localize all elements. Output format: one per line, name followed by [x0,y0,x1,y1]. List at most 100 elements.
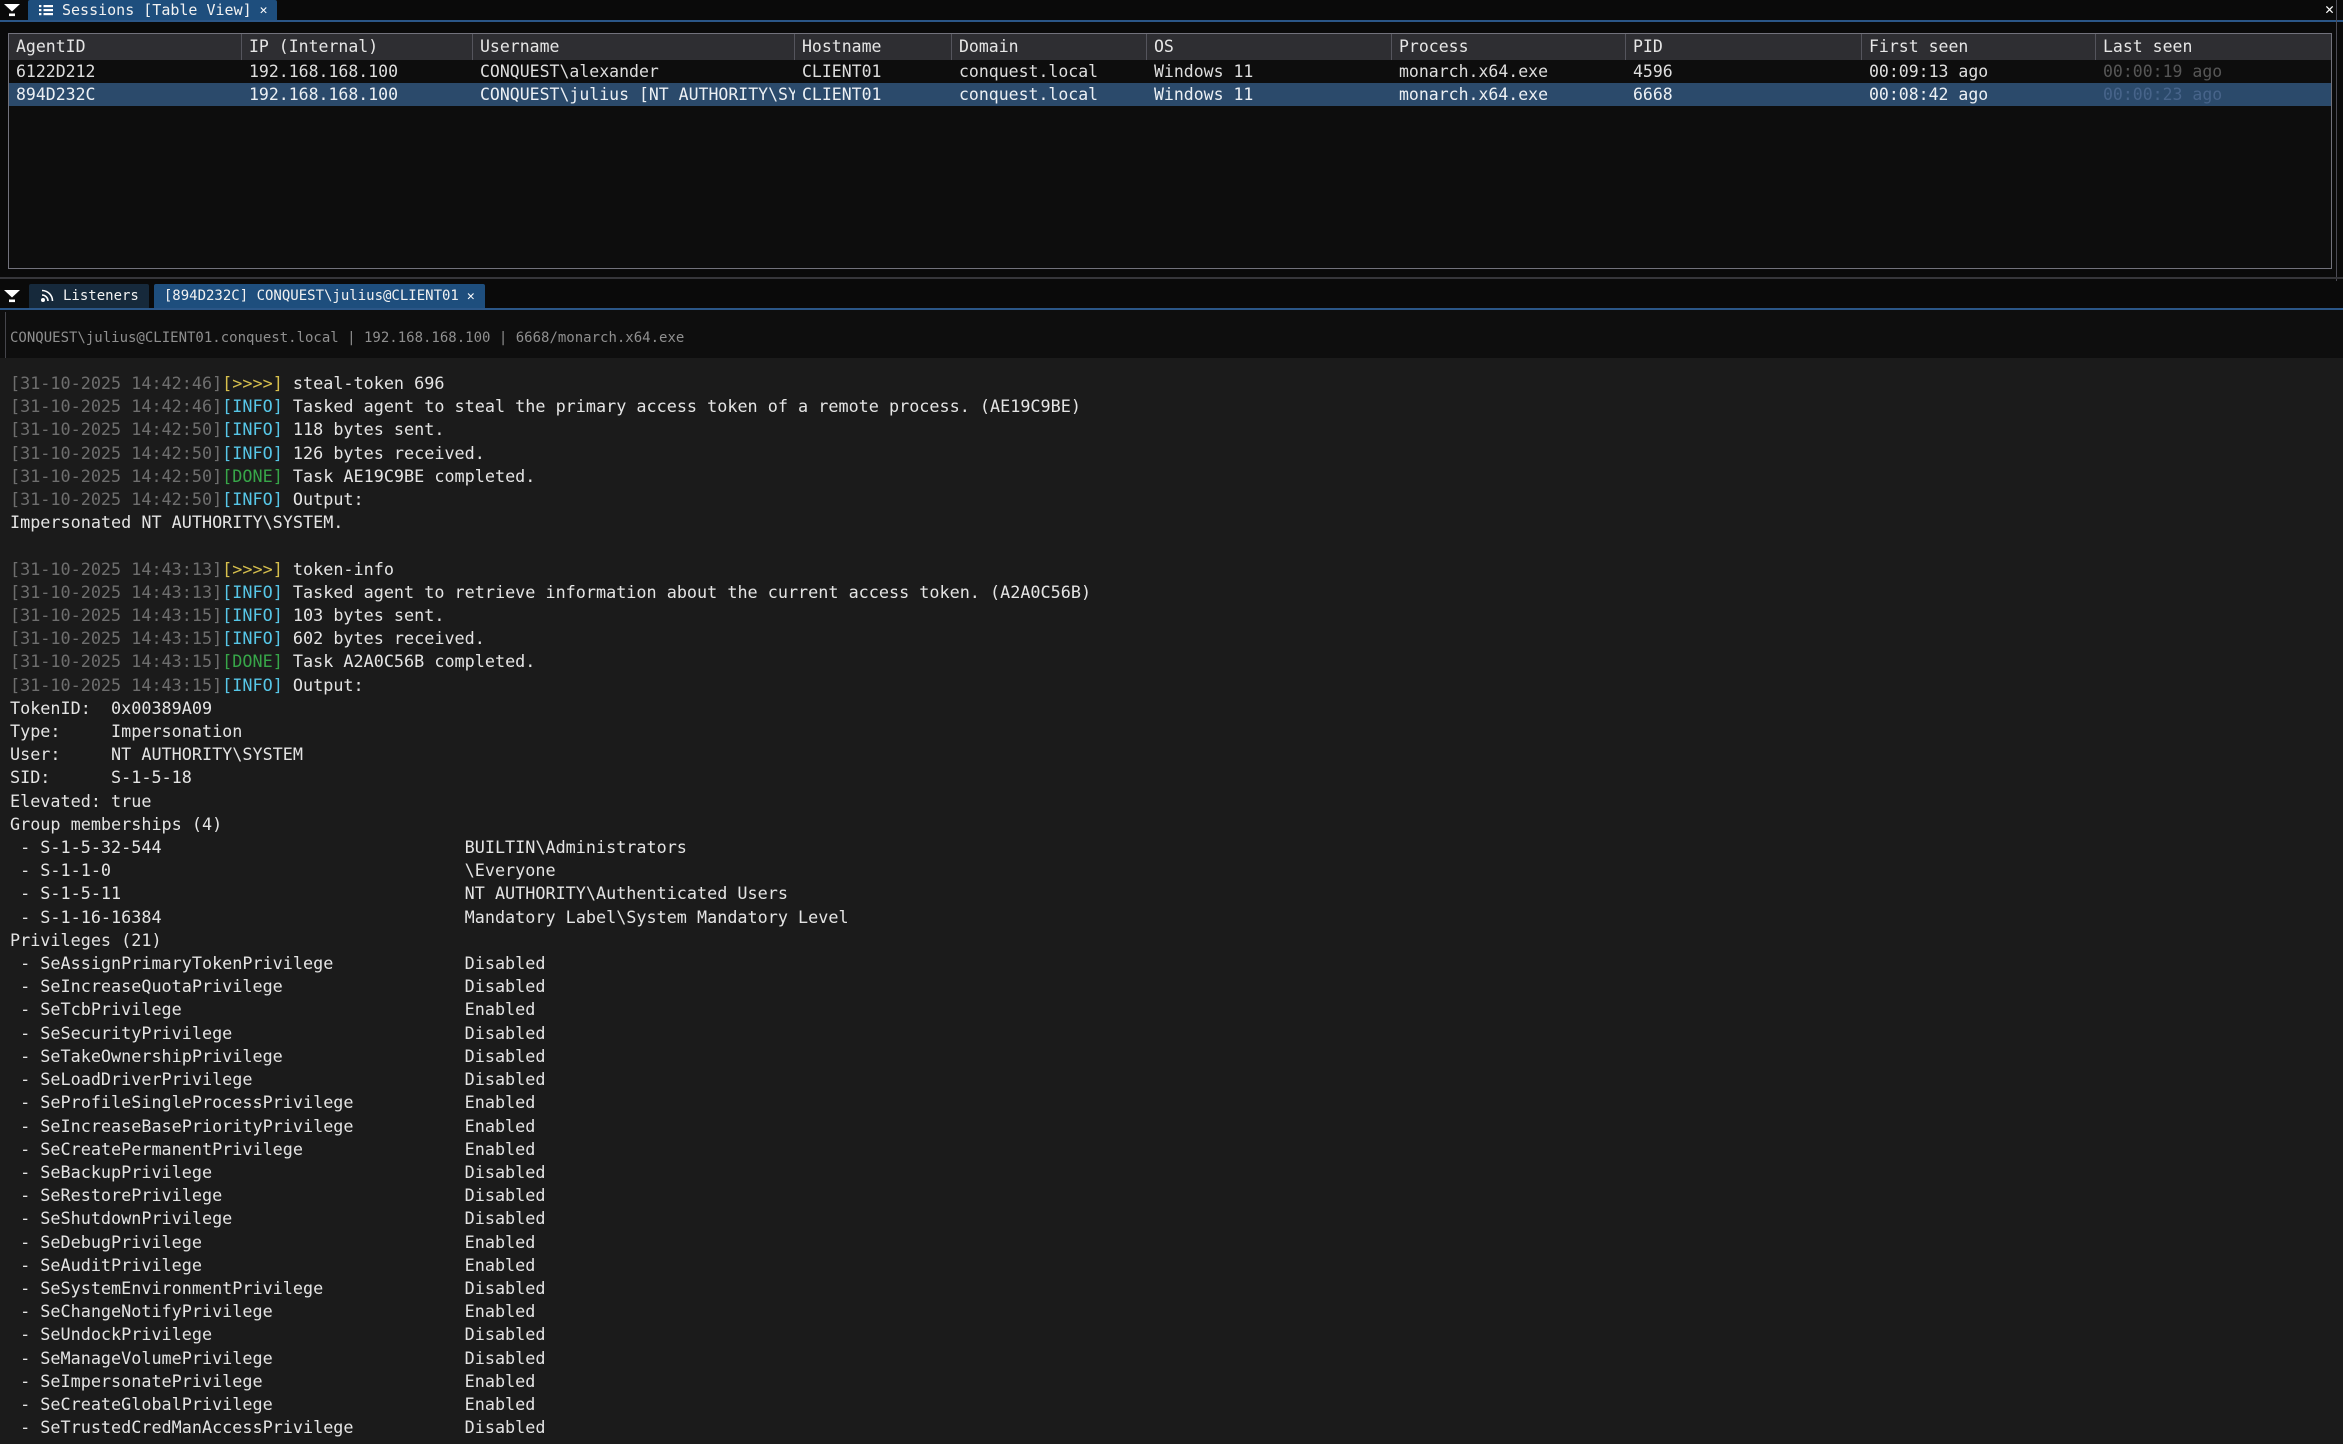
column-header-process[interactable]: Process [1392,34,1626,60]
console-line: Impersonated NT AUTHORITY\SYSTEM. [10,511,2343,534]
console-line: - SeIncreaseQuotaPrivilege Disabled [10,975,2343,998]
console-line: - SeProfileSingleProcessPrivilege Enable… [10,1091,2343,1114]
cell: conquest.local [952,83,1147,106]
table-body: 6122D212192.168.168.100CONQUEST\alexande… [9,60,2331,106]
console-tabbar: Listeners [894D232C] CONQUEST\julius@CLI… [0,284,2343,308]
column-header-hostname[interactable]: Hostname [795,34,952,60]
cell: CLIENT01 [795,60,952,83]
tab-label: Sessions [Table View] [62,1,252,19]
dock-splitter[interactable] [0,277,2343,279]
console-line: [31-10-2025 14:43:15][INFO] 103 bytes se… [10,604,2343,627]
console-line: - SeImpersonatePrivilege Enabled [10,1370,2343,1393]
cell: Windows 11 [1147,60,1392,83]
console-line: Type: Impersonation [10,720,2343,743]
dock-right-edge [2336,0,2337,281]
sessions-tabbar: Sessions [Table View] ✕ [0,0,2343,20]
console-line: User: NT AUTHORITY\SYSTEM [10,743,2343,766]
column-header-username[interactable]: Username [473,34,795,60]
column-header-agentid[interactable]: AgentID [9,34,242,60]
cell: 00:08:42 ago [1862,83,2096,106]
cell: 6122D212 [9,60,242,83]
console-line: [31-10-2025 14:42:46][>>>>] steal-token … [10,372,2343,395]
cell: 00:00:23 ago [2096,83,2331,106]
cell: 894D232C [9,83,242,106]
cell: monarch.x64.exe [1392,83,1626,106]
console-line: - SeSecurityPrivilege Disabled [10,1022,2343,1045]
cell: CONQUEST\julius [NT AUTHORITY\SYSTEM] [473,83,795,106]
console-line: - SeUndockPrivilege Disabled [10,1323,2343,1346]
console-line: [31-10-2025 14:43:13][>>>>] token-info [10,558,2343,581]
funnel-icon [4,288,20,304]
column-header-pid[interactable]: PID [1626,34,1862,60]
console-line: - SeTrustedCredManAccessPrivilege Disabl… [10,1416,2343,1439]
cell: 192.168.168.100 [242,60,473,83]
console-line: - SeDebugPrivilege Enabled [10,1231,2343,1254]
console-line: [31-10-2025 14:43:15][DONE] Task A2A0C56… [10,650,2343,673]
session-row-6122D212[interactable]: 6122D212192.168.168.100CONQUEST\alexande… [9,60,2331,83]
console-line: [31-10-2025 14:42:50][INFO] 126 bytes re… [10,442,2343,465]
console-line: [31-10-2025 14:43:13][INFO] Tasked agent… [10,581,2343,604]
console-line: - SeAuditPrivilege Enabled [10,1254,2343,1277]
console-line [10,534,2343,557]
table-view-icon [38,2,54,18]
column-header-domain[interactable]: Domain [952,34,1147,60]
table-header-row: AgentIDIP (Internal)UsernameHostnameDoma… [9,34,2331,60]
console-line: [31-10-2025 14:43:15][INFO] 602 bytes re… [10,627,2343,650]
console-line: - SeShutdownPrivilege Disabled [10,1207,2343,1230]
cell: 4596 [1626,60,1862,83]
console-line: Group memberships (4) [10,813,2343,836]
column-header-ip-internal-[interactable]: IP (Internal) [242,34,473,60]
cell: CONQUEST\alexander [473,60,795,83]
column-header-last-seen[interactable]: Last seen [2096,34,2331,60]
console-line: Privileges (21) [10,929,2343,952]
cell: conquest.local [952,60,1147,83]
cell: 00:09:13 ago [1862,60,2096,83]
funnel-icon [4,2,20,18]
console-line: - S-1-1-0 \Everyone [10,859,2343,882]
filter-button[interactable] [0,0,24,20]
console-line: - SeRestorePrivilege Disabled [10,1184,2343,1207]
session-row-894D232C[interactable]: 894D232C192.168.168.100CONQUEST\julius [… [9,83,2331,106]
close-icon[interactable]: ✕ [260,4,268,17]
console-line: - S-1-16-16384 Mandatory Label\System Ma… [10,906,2343,929]
console-line: Elevated: true [10,790,2343,813]
console-line: [31-10-2025 14:42:50][INFO] 118 bytes se… [10,418,2343,441]
cell: 192.168.168.100 [242,83,473,106]
console-line: - SeChangeNotifyPrivilege Enabled [10,1300,2343,1323]
session-info-strip: CONQUEST\julius@CLIENT01.conquest.local … [0,310,2343,358]
console-line: [31-10-2025 14:42:46][INFO] Tasked agent… [10,395,2343,418]
console-line: - SeManageVolumePrivilege Disabled [10,1347,2343,1370]
console-line: SID: S-1-5-18 [10,766,2343,789]
window-close-icon[interactable]: ✕ [2325,2,2334,17]
cell: 6668 [1626,83,1862,106]
tab-label: Listeners [63,288,139,304]
console-line: - SeCreatePermanentPrivilege Enabled [10,1138,2343,1161]
cell: 00:00:19 ago [2096,60,2331,83]
console-output[interactable]: [31-10-2025 14:42:46][>>>>] steal-token … [0,358,2343,1444]
console-line: [31-10-2025 14:43:15][INFO] Output: [10,674,2343,697]
close-icon[interactable]: ✕ [467,290,475,303]
cell: Windows 11 [1147,83,1392,106]
console-line: - S-1-5-32-544 BUILTIN\Administrators [10,836,2343,859]
listener-antenna-icon [39,288,55,304]
column-header-os[interactable]: OS [1147,34,1392,60]
tab-listeners[interactable]: Listeners [29,284,149,308]
console-line: [31-10-2025 14:42:50][INFO] Output: [10,488,2343,511]
console-line: - SeSystemEnvironmentPrivilege Disabled [10,1277,2343,1300]
sessions-table: AgentIDIP (Internal)UsernameHostnameDoma… [8,33,2332,269]
column-header-first-seen[interactable]: First seen [1862,34,2096,60]
console-line: - SeAssignPrimaryTokenPrivilege Disabled [10,952,2343,975]
filter-button[interactable] [0,284,24,308]
console-line: - SeTakeOwnershipPrivilege Disabled [10,1045,2343,1068]
console-line: - SeIncreaseBasePriorityPrivilege Enable… [10,1115,2343,1138]
console-line: TokenID: 0x00389A09 [10,697,2343,720]
tabbar-underline [0,20,2343,22]
cell: CLIENT01 [795,83,952,106]
console-line: - S-1-5-11 NT AUTHORITY\Authenticated Us… [10,882,2343,905]
tab-sessions-table-view[interactable]: Sessions [Table View] ✕ [28,0,277,20]
console-line: - SeTcbPrivilege Enabled [10,998,2343,1021]
console-line: - SeCreateGlobalPrivilege Enabled [10,1393,2343,1416]
tab-agent-session[interactable]: [894D232C] CONQUEST\julius@CLIENT01 ✕ [154,284,485,308]
console-line: - SeBackupPrivilege Disabled [10,1161,2343,1184]
tab-label: [894D232C] CONQUEST\julius@CLIENT01 [164,288,459,304]
